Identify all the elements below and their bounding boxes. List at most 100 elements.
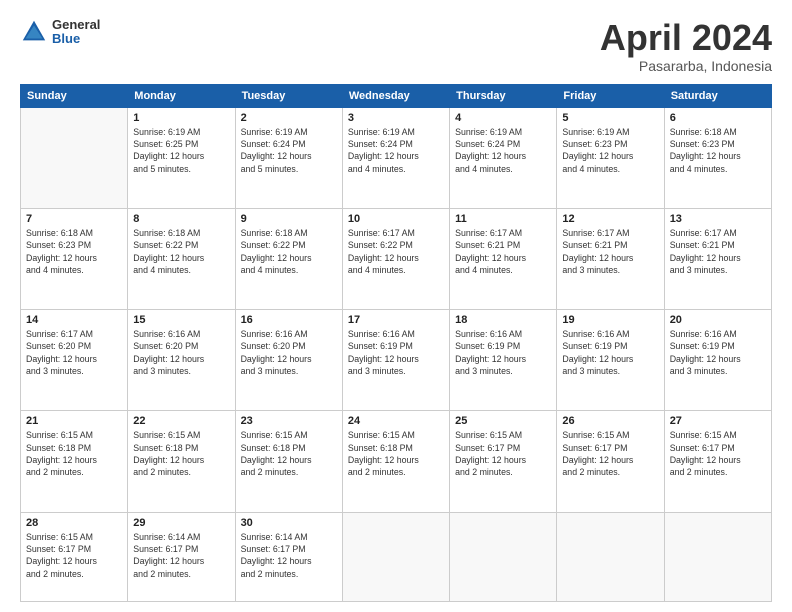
day-info: Sunrise: 6:19 AM Sunset: 6:23 PM Dayligh… <box>562 126 658 175</box>
day-number: 8 <box>133 213 229 225</box>
logo: General Blue <box>20 18 100 47</box>
day-number: 12 <box>562 213 658 225</box>
title-block: April 2024 Pasararba, Indonesia <box>600 18 772 74</box>
calendar-cell <box>21 107 128 208</box>
day-number: 19 <box>562 314 658 326</box>
day-info: Sunrise: 6:18 AM Sunset: 6:23 PM Dayligh… <box>26 227 122 276</box>
weekday-header-tuesday: Tuesday <box>235 84 342 107</box>
calendar-cell: 29Sunrise: 6:14 AM Sunset: 6:17 PM Dayli… <box>128 512 235 601</box>
day-number: 16 <box>241 314 337 326</box>
calendar-cell: 20 Sunrise: 6:16 AM Sunset: 6:19 PM Dayli… <box>664 310 771 411</box>
day-info: Sunrise: 6:17 AM Sunset: 6:22 PM Dayligh… <box>348 227 444 276</box>
calendar-week-5: 28Sunrise: 6:15 AM Sunset: 6:17 PM Dayli… <box>21 512 772 601</box>
calendar-cell: 4 Sunrise: 6:19 AM Sunset: 6:24 PM Daylig… <box>450 107 557 208</box>
calendar-cell: 16 Sunrise: 6:16 AM Sunset: 6:20 PM Dayli… <box>235 310 342 411</box>
day-info: Sunrise: 6:17 AM Sunset: 6:20 PM Dayligh… <box>26 328 122 377</box>
calendar-cell: 18 Sunrise: 6:16 AM Sunset: 6:19 PM Dayli… <box>450 310 557 411</box>
weekday-header-wednesday: Wednesday <box>342 84 449 107</box>
calendar-cell: 25 Sunrise: 6:15 AM Sunset: 6:17 PM Dayli… <box>450 411 557 512</box>
day-number: 10 <box>348 213 444 225</box>
day-info: Sunrise: 6:18 AM Sunset: 6:22 PM Dayligh… <box>133 227 229 276</box>
calendar-cell: 26 Sunrise: 6:15 AM Sunset: 6:17 PM Dayli… <box>557 411 664 512</box>
weekday-header-sunday: Sunday <box>21 84 128 107</box>
day-info: Sunrise: 6:19 AM Sunset: 6:25 PM Dayligh… <box>133 126 229 175</box>
header: General Blue April 2024 Pasararba, Indon… <box>20 18 772 74</box>
day-info: Sunrise: 6:16 AM Sunset: 6:20 PM Dayligh… <box>133 328 229 377</box>
day-number: 11 <box>455 213 551 225</box>
day-number: 26 <box>562 415 658 427</box>
calendar-table: SundayMondayTuesdayWednesdayThursdayFrid… <box>20 84 772 602</box>
day-number: 28 <box>26 517 122 529</box>
day-number: 2 <box>241 112 337 124</box>
day-info: Sunrise: 6:19 AM Sunset: 6:24 PM Dayligh… <box>241 126 337 175</box>
calendar-cell: 17 Sunrise: 6:16 AM Sunset: 6:19 PM Dayli… <box>342 310 449 411</box>
day-info: Sunrise: 6:15 AM Sunset: 6:17 PM Dayligh… <box>455 429 551 478</box>
calendar-cell: 27Sunrise: 6:15 AM Sunset: 6:17 PM Dayli… <box>664 411 771 512</box>
day-info: Sunrise: 6:17 AM Sunset: 6:21 PM Dayligh… <box>562 227 658 276</box>
day-info: Sunrise: 6:15 AM Sunset: 6:18 PM Dayligh… <box>348 429 444 478</box>
calendar-cell <box>664 512 771 601</box>
day-info: Sunrise: 6:16 AM Sunset: 6:20 PM Dayligh… <box>241 328 337 377</box>
calendar-cell: 22 Sunrise: 6:15 AM Sunset: 6:18 PM Dayli… <box>128 411 235 512</box>
calendar-cell: 12 Sunrise: 6:17 AM Sunset: 6:21 PM Dayli… <box>557 208 664 309</box>
day-info: Sunrise: 6:14 AM Sunset: 6:17 PM Dayligh… <box>133 531 229 580</box>
day-info: Sunrise: 6:15 AM Sunset: 6:18 PM Dayligh… <box>241 429 337 478</box>
day-info: Sunrise: 6:15 AM Sunset: 6:18 PM Dayligh… <box>26 429 122 478</box>
weekday-header-thursday: Thursday <box>450 84 557 107</box>
logo-blue-text: Blue <box>52 32 100 46</box>
calendar-cell: 9 Sunrise: 6:18 AM Sunset: 6:22 PM Daylig… <box>235 208 342 309</box>
day-info: Sunrise: 6:19 AM Sunset: 6:24 PM Dayligh… <box>455 126 551 175</box>
day-info: Sunrise: 6:15 AM Sunset: 6:17 PM Dayligh… <box>562 429 658 478</box>
day-info: Sunrise: 6:17 AM Sunset: 6:21 PM Dayligh… <box>670 227 766 276</box>
calendar-cell: 28Sunrise: 6:15 AM Sunset: 6:17 PM Dayli… <box>21 512 128 601</box>
day-info: Sunrise: 6:15 AM Sunset: 6:17 PM Dayligh… <box>670 429 766 478</box>
day-number: 1 <box>133 112 229 124</box>
calendar-week-2: 7 Sunrise: 6:18 AM Sunset: 6:23 PM Daylig… <box>21 208 772 309</box>
day-info: Sunrise: 6:14 AM Sunset: 6:17 PM Dayligh… <box>241 531 337 580</box>
calendar-cell: 1 Sunrise: 6:19 AM Sunset: 6:25 PM Daylig… <box>128 107 235 208</box>
calendar-cell: 7 Sunrise: 6:18 AM Sunset: 6:23 PM Daylig… <box>21 208 128 309</box>
weekday-header-monday: Monday <box>128 84 235 107</box>
logo-text: General Blue <box>52 18 100 47</box>
calendar-cell: 2 Sunrise: 6:19 AM Sunset: 6:24 PM Daylig… <box>235 107 342 208</box>
calendar-week-1: 1 Sunrise: 6:19 AM Sunset: 6:25 PM Daylig… <box>21 107 772 208</box>
month-title: April 2024 <box>600 18 772 58</box>
calendar-cell: 11Sunrise: 6:17 AM Sunset: 6:21 PM Dayli… <box>450 208 557 309</box>
day-number: 9 <box>241 213 337 225</box>
calendar-cell: 21 Sunrise: 6:15 AM Sunset: 6:18 PM Dayli… <box>21 411 128 512</box>
day-info: Sunrise: 6:18 AM Sunset: 6:22 PM Dayligh… <box>241 227 337 276</box>
calendar-cell: 24Sunrise: 6:15 AM Sunset: 6:18 PM Dayli… <box>342 411 449 512</box>
calendar-cell <box>450 512 557 601</box>
calendar-week-3: 14 Sunrise: 6:17 AM Sunset: 6:20 PM Dayli… <box>21 310 772 411</box>
day-info: Sunrise: 6:16 AM Sunset: 6:19 PM Dayligh… <box>455 328 551 377</box>
calendar-cell: 30Sunrise: 6:14 AM Sunset: 6:17 PM Dayli… <box>235 512 342 601</box>
day-number: 21 <box>26 415 122 427</box>
day-number: 14 <box>26 314 122 326</box>
weekday-header-friday: Friday <box>557 84 664 107</box>
calendar-cell: 13 Sunrise: 6:17 AM Sunset: 6:21 PM Dayli… <box>664 208 771 309</box>
calendar-cell <box>342 512 449 601</box>
day-number: 18 <box>455 314 551 326</box>
day-number: 5 <box>562 112 658 124</box>
day-number: 4 <box>455 112 551 124</box>
page: General Blue April 2024 Pasararba, Indon… <box>0 0 792 612</box>
day-number: 13 <box>670 213 766 225</box>
day-number: 22 <box>133 415 229 427</box>
day-number: 3 <box>348 112 444 124</box>
day-number: 17 <box>348 314 444 326</box>
day-info: Sunrise: 6:16 AM Sunset: 6:19 PM Dayligh… <box>670 328 766 377</box>
day-number: 15 <box>133 314 229 326</box>
day-number: 25 <box>455 415 551 427</box>
calendar-cell: 6Sunrise: 6:18 AM Sunset: 6:23 PM Daylig… <box>664 107 771 208</box>
calendar-cell <box>557 512 664 601</box>
subtitle: Pasararba, Indonesia <box>600 58 772 74</box>
day-number: 23 <box>241 415 337 427</box>
calendar-cell: 10 Sunrise: 6:17 AM Sunset: 6:22 PM Dayli… <box>342 208 449 309</box>
day-info: Sunrise: 6:16 AM Sunset: 6:19 PM Dayligh… <box>348 328 444 377</box>
calendar-cell: 14 Sunrise: 6:17 AM Sunset: 6:20 PM Dayli… <box>21 310 128 411</box>
day-number: 7 <box>26 213 122 225</box>
calendar-week-4: 21 Sunrise: 6:15 AM Sunset: 6:18 PM Dayli… <box>21 411 772 512</box>
day-number: 20 <box>670 314 766 326</box>
calendar-cell: 19Sunrise: 6:16 AM Sunset: 6:19 PM Dayli… <box>557 310 664 411</box>
day-info: Sunrise: 6:15 AM Sunset: 6:18 PM Dayligh… <box>133 429 229 478</box>
